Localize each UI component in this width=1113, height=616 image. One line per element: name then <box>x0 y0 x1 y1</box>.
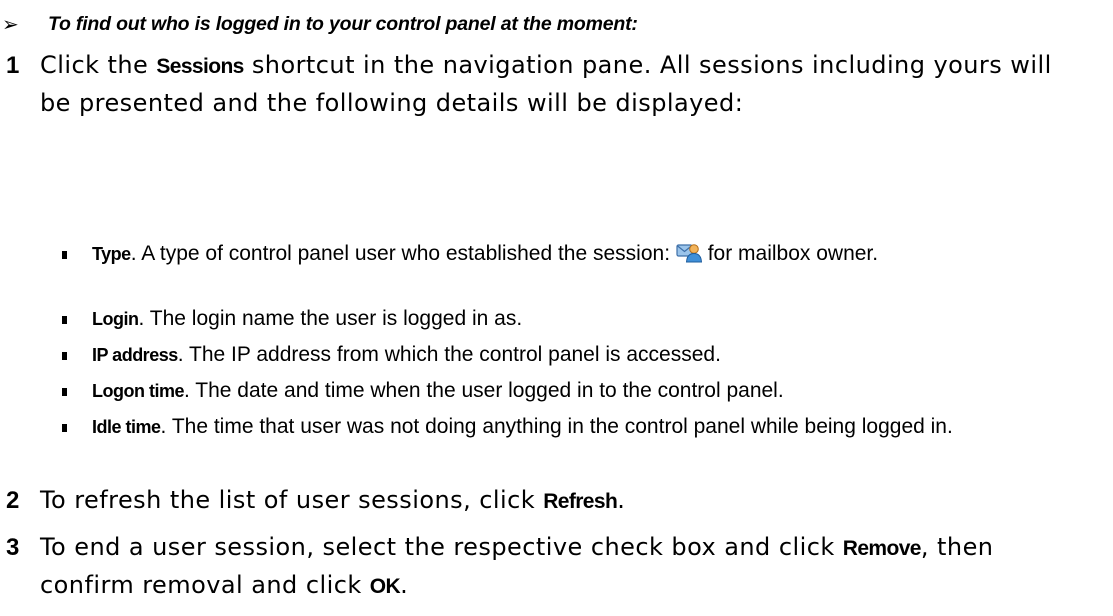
step-2-text: To refresh the list of user sessions, cl… <box>40 482 625 520</box>
arrow-bullet-icon: ➢ <box>2 12 19 36</box>
procedure-heading-text: To find out who is logged in to your con… <box>48 12 638 35</box>
step-number: 3 <box>6 534 20 561</box>
step-number: 2 <box>6 487 20 514</box>
square-bullet-icon <box>62 388 67 396</box>
sessions-term: Sessions <box>156 55 244 78</box>
list-item-text: Idle time. The time that user was not do… <box>92 412 1112 442</box>
step-text-segment: To refresh the list of user sessions, cl… <box>40 486 544 514</box>
list-item: IP address. The IP address from which th… <box>62 340 1112 370</box>
procedure-heading: ➢ To find out who is logged in to your c… <box>2 4 638 44</box>
list-item: Idle time. The time that user was not do… <box>62 412 1112 442</box>
list-item: Login. The login name the user is logged… <box>62 304 1112 334</box>
mailbox-owner-icon <box>676 244 702 263</box>
detail-term: Idle time <box>92 417 161 437</box>
detail-text: . The time that user was not doing anyth… <box>160 415 953 438</box>
detail-term: Login <box>92 309 139 329</box>
step-text-segment: To end a user session, select the respec… <box>40 533 843 561</box>
step-1: 1 Click the Sessions shortcut in the nav… <box>0 47 1080 122</box>
step-2: 2 To refresh the list of user sessions, … <box>0 482 1080 520</box>
refresh-term: Refresh <box>543 490 618 513</box>
ok-term: OK <box>369 575 401 598</box>
detail-term: Logon time <box>92 381 185 401</box>
detail-text: . The login name the user is logged in a… <box>138 307 523 330</box>
square-bullet-icon <box>62 251 67 259</box>
square-bullet-icon <box>62 424 67 432</box>
detail-text: . The date and time when the user logged… <box>184 379 784 402</box>
detail-text: for mailbox owner. <box>701 242 879 265</box>
step-text-segment: Click the <box>40 51 157 79</box>
list-item: Type. A type of control panel user who e… <box>62 239 1112 269</box>
detail-text: . The IP address from which the control … <box>177 343 721 366</box>
step-3-text: To end a user session, select the respec… <box>40 529 1060 605</box>
square-bullet-icon <box>62 352 67 360</box>
detail-text: . A type of control panel user who estab… <box>130 242 676 265</box>
step-number: 1 <box>6 52 20 79</box>
list-item-text: Type. A type of control panel user who e… <box>92 239 1112 269</box>
list-item-text: Logon time. The date and time when the u… <box>92 376 1112 406</box>
step-1-text: Click the Sessions shortcut in the navig… <box>40 47 1060 122</box>
list-item: Logon time. The date and time when the u… <box>62 376 1112 406</box>
step-3: 3 To end a user session, select the resp… <box>0 529 1080 605</box>
remove-term: Remove <box>842 537 922 560</box>
step-text-segment: . <box>617 486 626 514</box>
detail-term: Type <box>92 244 131 264</box>
list-item-text: Login. The login name the user is logged… <box>92 304 1112 334</box>
square-bullet-icon <box>62 316 67 324</box>
step-text-segment: . <box>400 571 409 599</box>
list-item-text: IP address. The IP address from which th… <box>92 340 1112 370</box>
detail-term: IP address <box>92 345 178 365</box>
